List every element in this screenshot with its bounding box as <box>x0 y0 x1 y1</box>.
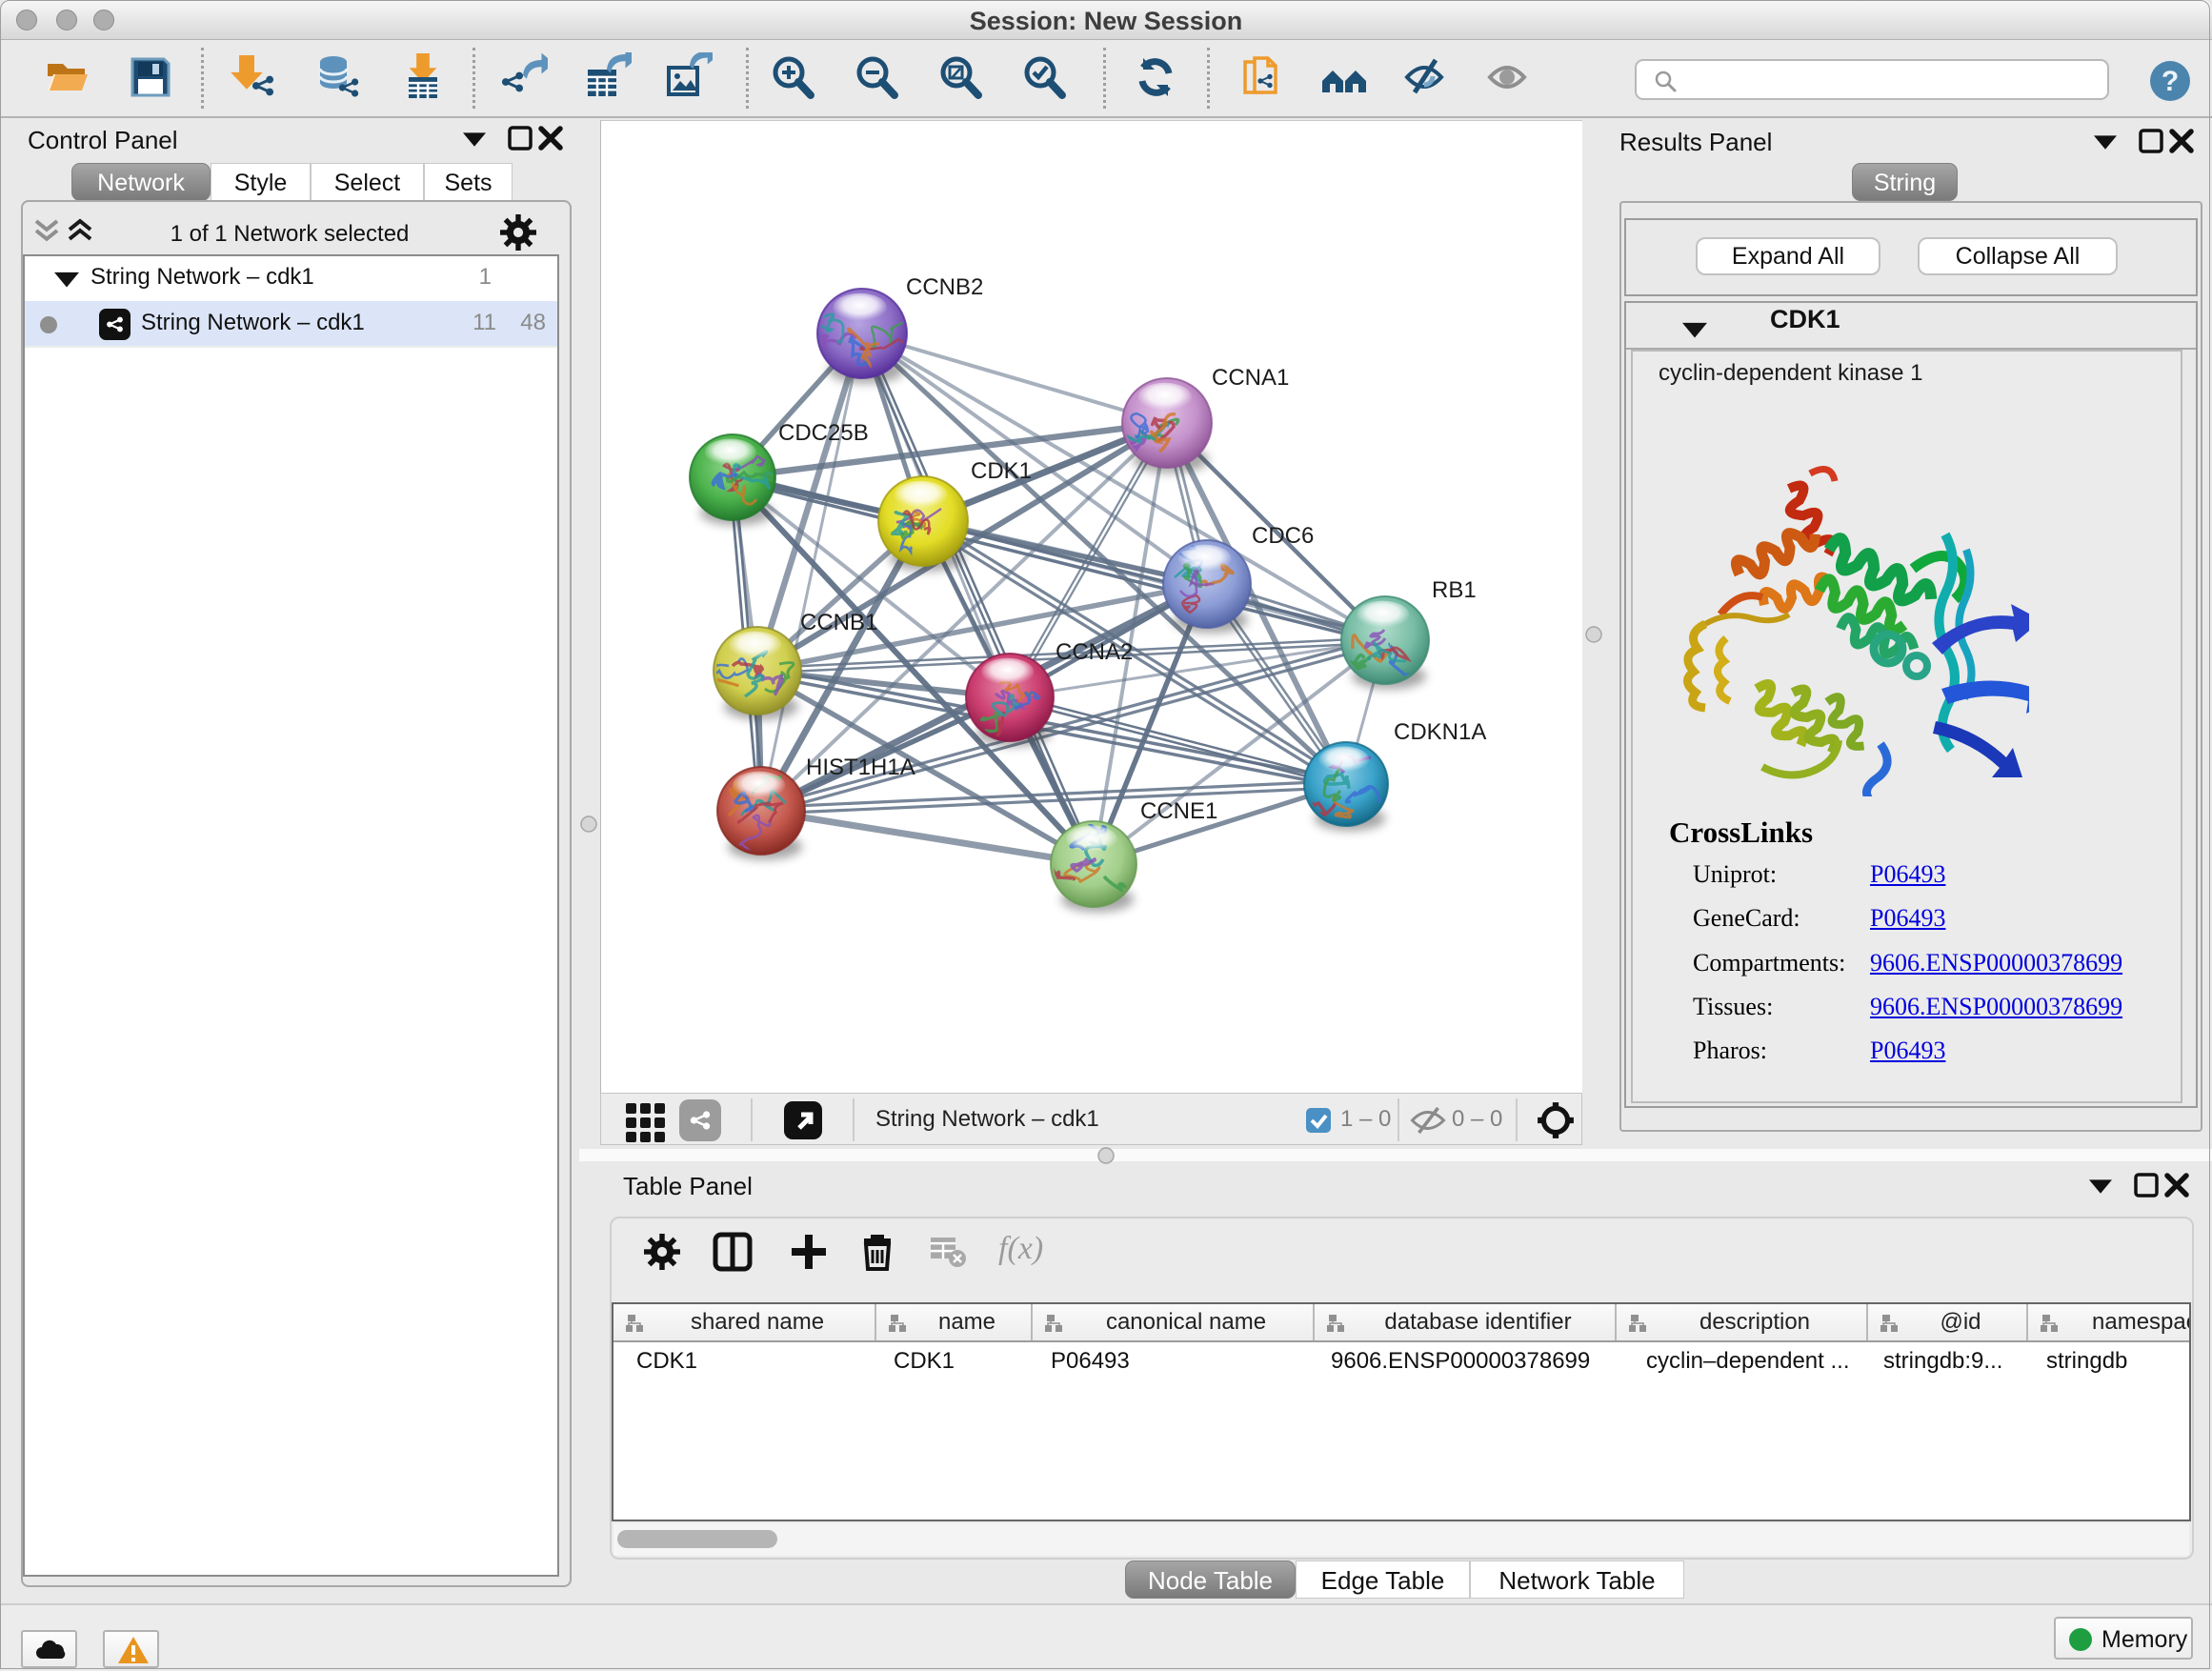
svg-text:HIST1H1A: HIST1H1A <box>806 755 915 780</box>
svg-text:CDKN1A: CDKN1A <box>1394 719 1486 745</box>
svg-text:CDC25B: CDC25B <box>778 420 869 446</box>
svg-text:CCNB2: CCNB2 <box>906 274 983 300</box>
svg-text:CCNE1: CCNE1 <box>1140 798 1217 824</box>
svg-text:?: ? <box>2162 66 2179 97</box>
svg-text:CDK1: CDK1 <box>971 458 1032 484</box>
svg-text:CCNA2: CCNA2 <box>1056 639 1133 665</box>
svg-text:CCNA1: CCNA1 <box>1212 365 1289 391</box>
svg-text:CCNB1: CCNB1 <box>800 610 877 635</box>
svg-text:RB1: RB1 <box>1432 577 1477 603</box>
svg-text:CDC6: CDC6 <box>1252 523 1314 549</box>
